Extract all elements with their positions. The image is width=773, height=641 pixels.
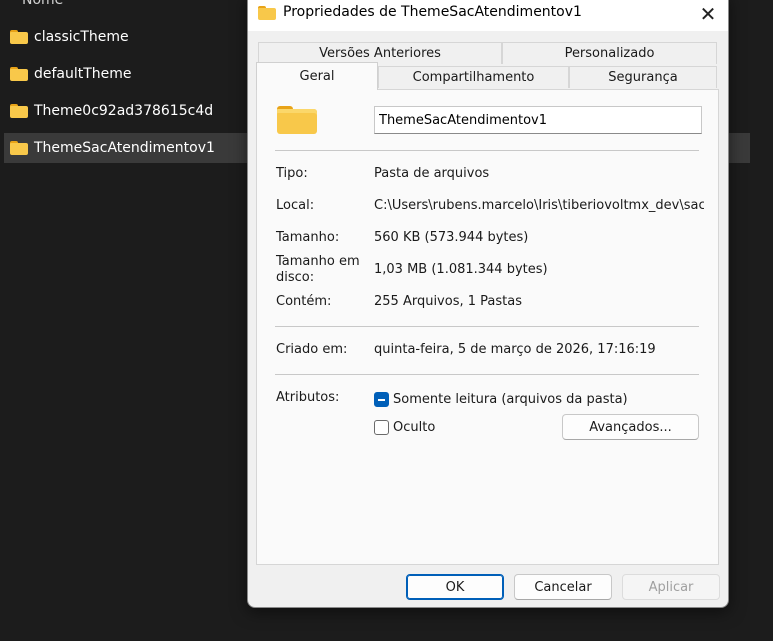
label-tipo: Tipo: xyxy=(276,166,308,181)
tab-label: Compartilhamento xyxy=(412,70,535,85)
value-local: C:\Users\rubens.marcelo\Iris\tiberiovolt… xyxy=(374,198,704,213)
value-tipo: Pasta de arquivos xyxy=(374,166,490,181)
folder-icon xyxy=(10,141,28,155)
tab-compartilhamento[interactable]: Compartilhamento xyxy=(378,66,569,88)
checkbox-oculto[interactable] xyxy=(374,420,389,435)
folder-name-input[interactable] xyxy=(374,106,702,134)
folder-icon xyxy=(258,6,276,20)
folder-icon xyxy=(277,106,317,136)
label-atributos: Atributos: xyxy=(276,390,340,405)
checkbox-somente-leitura[interactable] xyxy=(374,392,389,407)
tab-label: Versões Anteriores xyxy=(319,46,441,61)
label-somente-leitura[interactable]: Somente leitura (arquivos da pasta) xyxy=(393,392,628,407)
apply-button[interactable]: Aplicar xyxy=(622,574,720,600)
close-icon: ✕ xyxy=(699,2,717,26)
tab-label: Personalizado xyxy=(564,46,655,61)
column-header-name[interactable]: Nome xyxy=(22,0,63,8)
cancel-button[interactable]: Cancelar xyxy=(514,574,612,600)
folder-icon xyxy=(10,67,28,81)
folder-icon xyxy=(10,30,28,44)
dialog-title: Propriedades de ThemeSacAtendimentov1 xyxy=(283,4,582,20)
tab-panel-geral: Tipo: Pasta de arquivos Local: C:\Users\… xyxy=(256,89,719,565)
dialog-titlebar[interactable]: Propriedades de ThemeSacAtendimentov1 ✕ xyxy=(248,0,728,31)
tab-label: Geral xyxy=(299,69,335,84)
tab-geral[interactable]: Geral xyxy=(256,62,378,90)
file-name: ThemeSacAtendimentov1 xyxy=(34,140,215,156)
label-tamanho: Tamanho: xyxy=(276,230,340,245)
tab-label: Segurança xyxy=(608,70,678,85)
tab-personalizado[interactable]: Personalizado xyxy=(502,42,717,64)
file-name: classicTheme xyxy=(34,29,129,45)
tab-seguranca[interactable]: Segurança xyxy=(569,66,717,88)
label-contem: Contém: xyxy=(276,294,332,309)
value-criado-em: quinta-feira, 5 de março de 2026, 17:16:… xyxy=(374,342,656,357)
ok-button[interactable]: OK xyxy=(406,574,504,600)
divider xyxy=(275,374,699,375)
label-local: Local: xyxy=(276,198,315,213)
button-label: OK xyxy=(445,579,465,595)
divider xyxy=(275,326,699,327)
tab-versoes-anteriores[interactable]: Versões Anteriores xyxy=(258,42,502,64)
button-label: Aplicar xyxy=(648,579,694,595)
label-tamanho-disco: Tamanho em disco: xyxy=(276,254,360,285)
button-label: Avançados... xyxy=(589,419,672,435)
value-tamanho: 560 KB (573.944 bytes) xyxy=(374,230,529,245)
label-oculto[interactable]: Oculto xyxy=(393,420,435,435)
button-label: Cancelar xyxy=(534,579,592,595)
properties-dialog: Propriedades de ThemeSacAtendimentov1 ✕ … xyxy=(247,0,729,608)
folder-icon xyxy=(10,104,28,118)
divider xyxy=(275,150,699,151)
value-contem: 255 Arquivos, 1 Pastas xyxy=(374,294,522,309)
close-button[interactable]: ✕ xyxy=(694,1,722,27)
advanced-button[interactable]: Avançados... xyxy=(562,414,699,440)
value-tamanho-disco: 1,03 MB (1.081.344 bytes) xyxy=(374,262,548,277)
file-name: defaultTheme xyxy=(34,66,132,82)
file-name: Theme0c92ad378615c4d xyxy=(34,103,214,119)
label-criado-em: Criado em: xyxy=(276,342,348,357)
